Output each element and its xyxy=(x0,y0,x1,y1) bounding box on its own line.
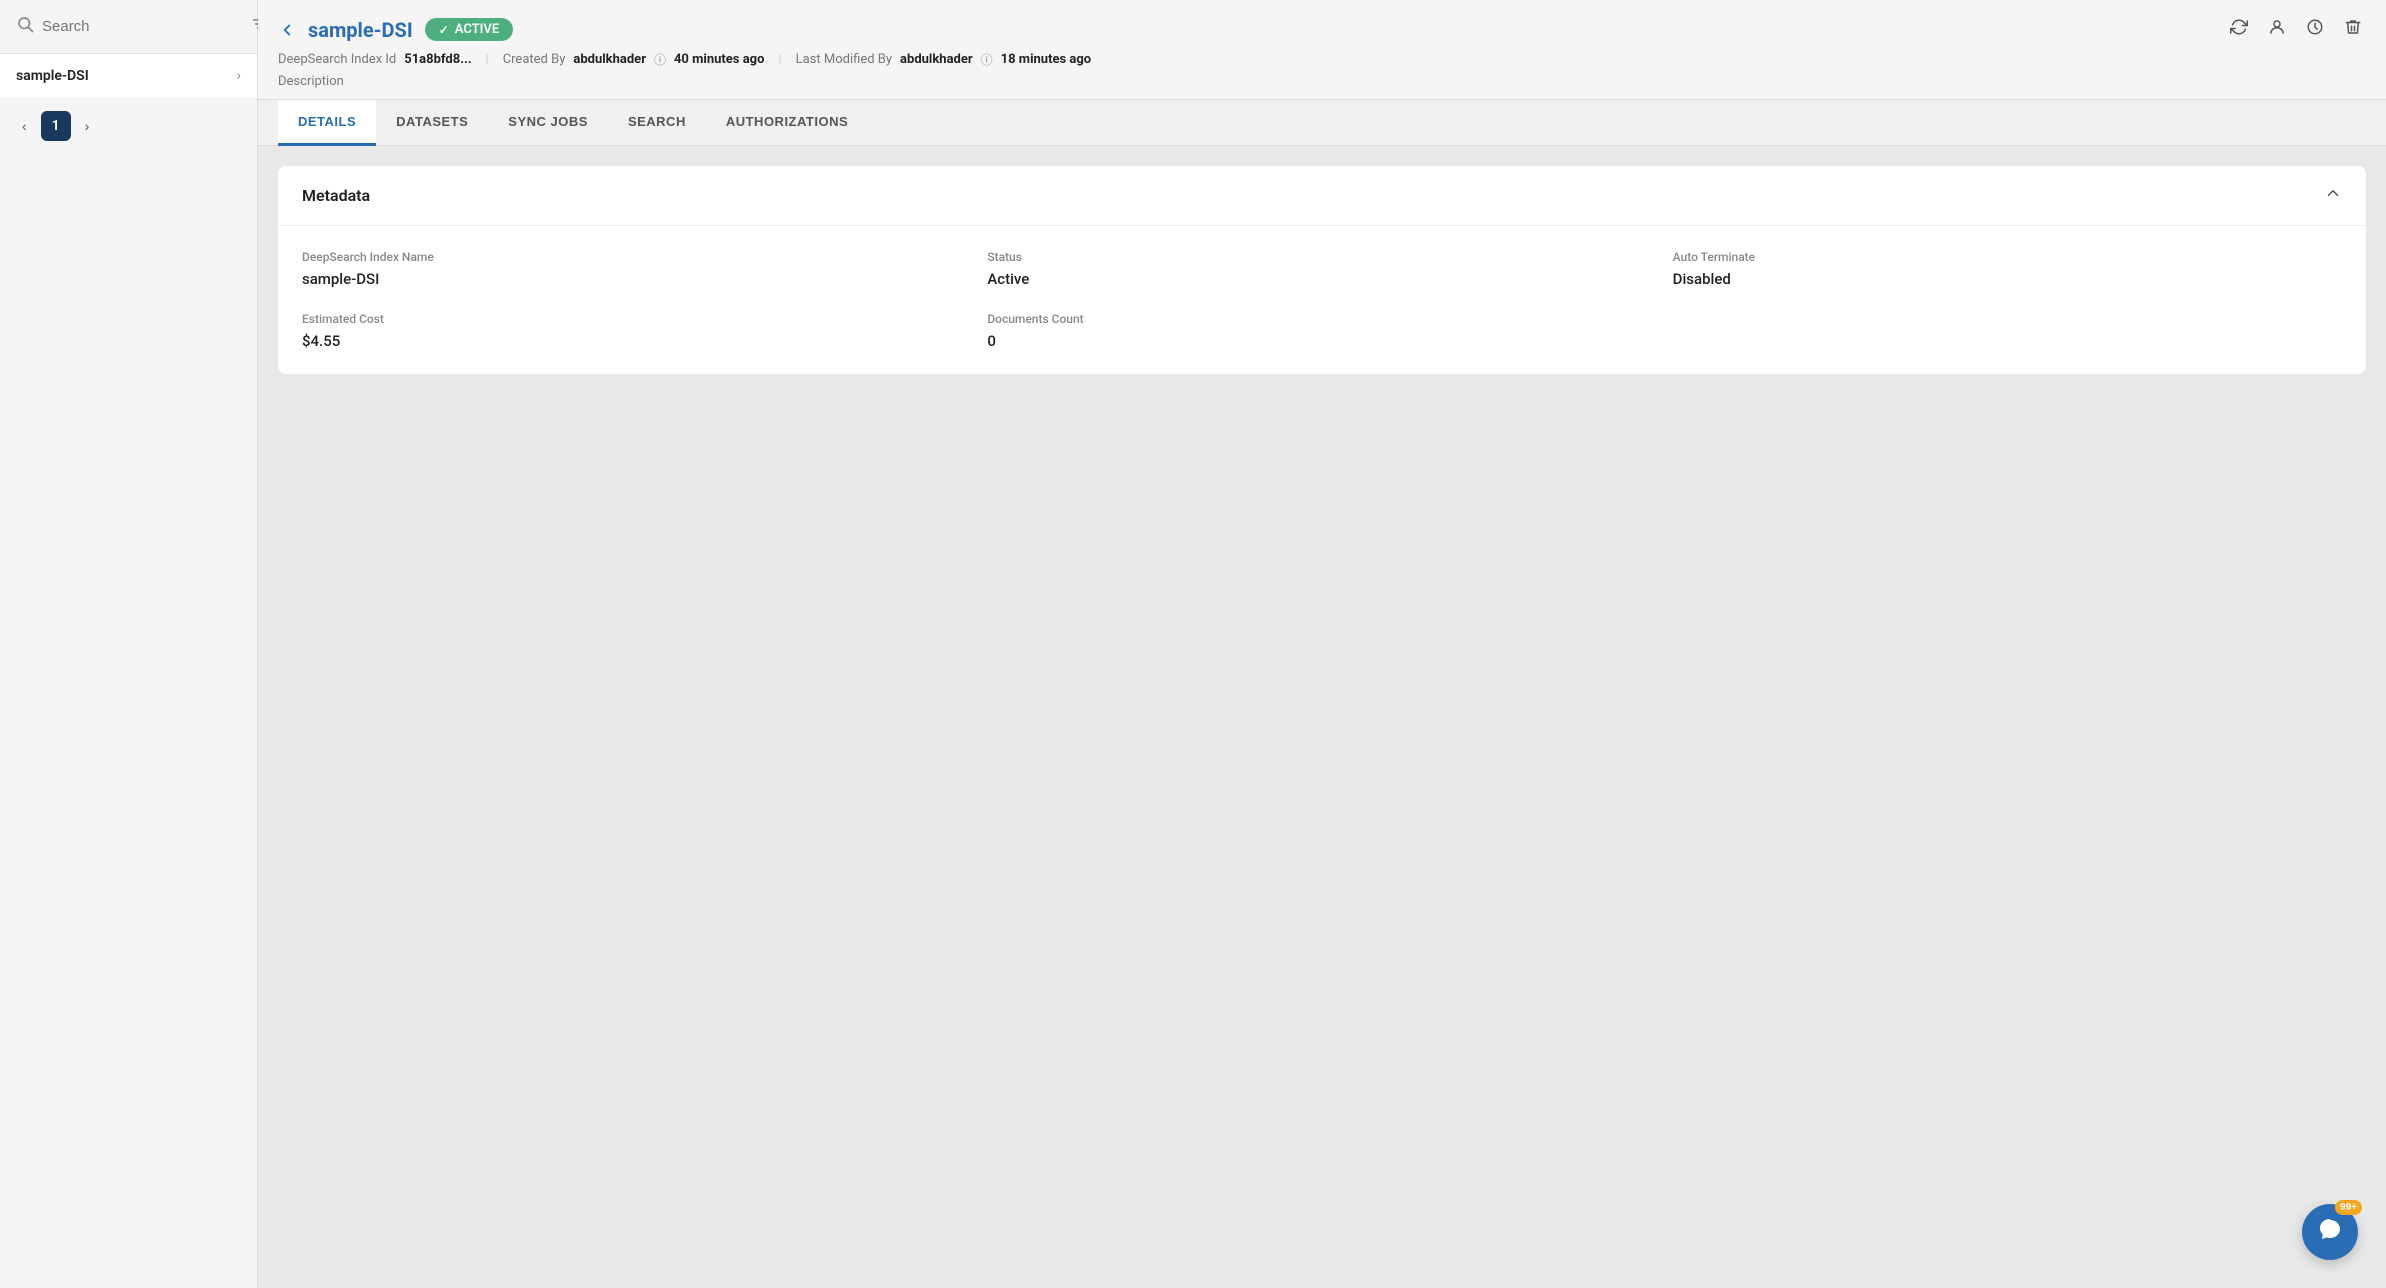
index-id-value: 51a8bfd8... xyxy=(404,52,471,67)
metadata-grid: DeepSearch Index Name sample-DSI Status … xyxy=(302,250,2342,350)
status-check-icon: ✓ xyxy=(439,23,449,37)
auto-terminate-value: Disabled xyxy=(1673,270,2342,288)
last-modified-label: Last Modified By xyxy=(796,52,892,67)
back-button[interactable] xyxy=(278,21,296,39)
sidebar: sample-DSI › ‹ 1 › xyxy=(0,0,258,1288)
auto-terminate-label: Auto Terminate xyxy=(1673,250,2342,264)
search-icon xyxy=(16,15,34,38)
created-info-icon: ⓘ xyxy=(654,51,666,68)
estimated-cost-value: $4.55 xyxy=(302,332,971,350)
tab-datasets[interactable]: DATASETS xyxy=(376,100,488,146)
tabs-bar: DETAILS DATASETS SYNC JOBS SEARCH AUTHOR… xyxy=(258,100,2386,146)
tab-authorizations[interactable]: AUTHORIZATIONS xyxy=(706,100,868,146)
collapse-button[interactable] xyxy=(2324,184,2342,207)
sidebar-item-label: sample-DSI xyxy=(16,68,89,84)
pagination-prev-button[interactable]: ‹ xyxy=(16,114,33,138)
field-status: Status Active xyxy=(987,250,1656,288)
sidebar-search-bar xyxy=(0,0,257,54)
status-badge: ✓ ACTIVE xyxy=(425,18,513,41)
documents-count-label: Documents Count xyxy=(987,312,1656,326)
sidebar-item-sample-dsi[interactable]: sample-DSI › xyxy=(0,54,257,99)
status-value: Active xyxy=(987,270,1656,288)
created-by-value: abdulkhader xyxy=(573,52,646,67)
chat-badge: 99+ xyxy=(2335,1200,2362,1215)
metadata-card: Metadata DeepSearch Index Name sample-DS… xyxy=(278,166,2366,374)
field-index-name: DeepSearch Index Name sample-DSI xyxy=(302,250,971,288)
documents-count-value: 0 xyxy=(987,332,1656,350)
current-page: 1 xyxy=(41,111,71,141)
header-top: sample-DSI ✓ ACTIVE xyxy=(278,14,2366,45)
field-auto-terminate: Auto Terminate Disabled xyxy=(1673,250,2342,288)
page-title: sample-DSI xyxy=(308,18,413,42)
field-documents-count: Documents Count 0 xyxy=(987,312,1656,350)
search-input[interactable] xyxy=(42,18,241,35)
index-id-label: DeepSearch Index Id xyxy=(278,52,396,67)
last-modified-value: abdulkhader xyxy=(900,52,973,67)
sidebar-pagination: ‹ 1 › xyxy=(0,99,257,153)
last-modified-time: 18 minutes ago xyxy=(1001,52,1091,67)
pagination-next-button[interactable]: › xyxy=(79,114,96,138)
created-by-label: Created By xyxy=(503,52,566,67)
chat-icon xyxy=(2318,1217,2342,1247)
sync-button[interactable] xyxy=(2226,14,2252,45)
main-content: sample-DSI ✓ ACTIVE xyxy=(258,0,2386,1288)
tab-sync-jobs[interactable]: SYNC JOBS xyxy=(488,100,608,146)
created-time: 40 minutes ago xyxy=(674,52,764,67)
field-estimated-cost: Estimated Cost $4.55 xyxy=(302,312,971,350)
card-title: Metadata xyxy=(302,186,370,205)
header: sample-DSI ✓ ACTIVE xyxy=(258,0,2386,100)
modified-info-icon: ⓘ xyxy=(981,51,993,68)
card-body: DeepSearch Index Name sample-DSI Status … xyxy=(278,226,2366,374)
header-left: sample-DSI ✓ ACTIVE xyxy=(278,18,513,42)
history-button[interactable] xyxy=(2302,14,2328,45)
header-meta: DeepSearch Index Id 51a8bfd8... | Create… xyxy=(278,51,2366,74)
description-label: Description xyxy=(278,74,2366,99)
status-label: ACTIVE xyxy=(455,22,499,37)
estimated-cost-label: Estimated Cost xyxy=(302,312,971,326)
chat-fab-button[interactable]: 99+ xyxy=(2302,1204,2358,1260)
delete-button[interactable] xyxy=(2340,14,2366,45)
index-name-value: sample-DSI xyxy=(302,270,971,288)
user-icon-button[interactable] xyxy=(2264,14,2290,45)
meta-separator-2: | xyxy=(778,52,781,67)
meta-separator-1: | xyxy=(486,52,489,67)
chevron-right-icon: › xyxy=(237,68,241,84)
header-actions xyxy=(2226,14,2366,45)
tab-details[interactable]: DETAILS xyxy=(278,100,376,146)
card-header: Metadata xyxy=(278,166,2366,226)
tab-search[interactable]: SEARCH xyxy=(608,100,706,146)
status-label: Status xyxy=(987,250,1656,264)
content-area: Metadata DeepSearch Index Name sample-DS… xyxy=(258,146,2386,1288)
index-name-label: DeepSearch Index Name xyxy=(302,250,971,264)
